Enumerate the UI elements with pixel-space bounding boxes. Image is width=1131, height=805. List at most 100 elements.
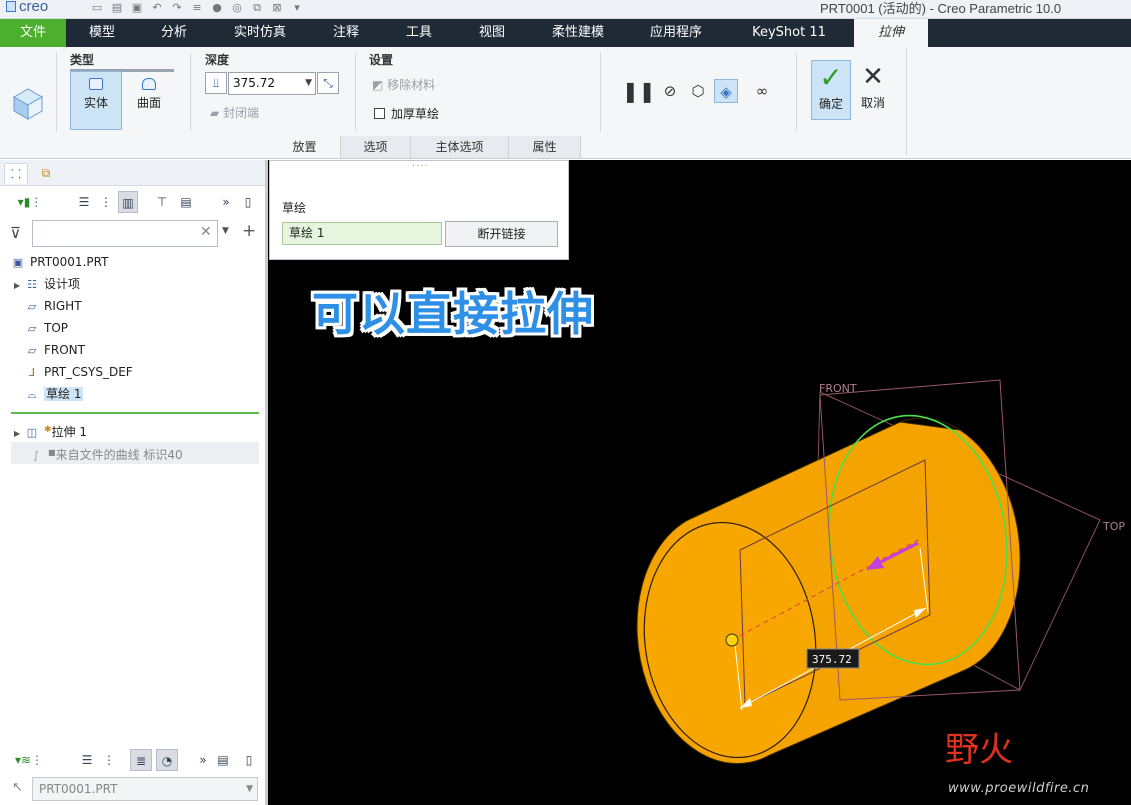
customize-dropdown-icon[interactable]: ▾ — [290, 1, 304, 15]
drag-handle[interactable] — [725, 633, 739, 647]
chevron-down-icon[interactable]: ▼ — [222, 226, 229, 236]
tab-annotate[interactable]: 注释 — [310, 19, 382, 47]
expand-icon[interactable]: ▶ — [14, 276, 24, 296]
regenerate-icon[interactable]: ≡ — [190, 1, 204, 15]
layer-props-icon[interactable]: ▤ — [212, 749, 234, 771]
tree-settings-icon[interactable]: ⊤ — [152, 191, 172, 213]
solid-icon — [89, 78, 103, 90]
save-icon[interactable]: ▣ — [130, 1, 144, 15]
tree-item-part[interactable]: ▣ PRT0001.PRT — [10, 252, 109, 272]
depth-value-input[interactable]: 375.72 ▼ — [228, 72, 316, 95]
tab-applications[interactable]: 应用程序 — [628, 19, 724, 47]
flip-direction-button[interactable]: ⤡ — [317, 72, 339, 94]
new-icon[interactable]: ▭ — [90, 1, 104, 15]
top-plane-label: TOP — [1102, 520, 1125, 533]
tab-properties[interactable]: 属性 — [509, 136, 581, 158]
tree-item-extrude[interactable]: ▶ ◫ ✱拉伸 1 — [14, 420, 87, 440]
layer-notes-icon[interactable]: ▯ — [238, 749, 260, 771]
depth-type-button[interactable]: ⫫ — [205, 72, 227, 94]
tree-item-imported-curve[interactable]: ∫ ■来自文件的曲线 标识40 — [28, 443, 183, 463]
pause-icon[interactable]: ❚❚ — [622, 79, 656, 103]
tab-tools[interactable]: 工具 — [382, 19, 456, 47]
layer-columns-icon[interactable]: ⋮ — [98, 749, 120, 771]
search-input[interactable] — [32, 220, 218, 247]
depth-group-label: 深度 — [205, 53, 230, 67]
design-items-icon: ☷ — [27, 278, 37, 291]
tab-analysis[interactable]: 分析 — [138, 19, 210, 47]
tab-body-options[interactable]: 主体选项 — [411, 136, 509, 158]
cap-ends-option[interactable]: ▰ 封闭端 — [210, 104, 259, 121]
tree-filter-icon[interactable]: ▥ — [118, 191, 138, 213]
display-dropdown-icon[interactable]: ▾▮⋮ — [10, 191, 50, 213]
remove-material-icon: ◩ — [372, 78, 388, 92]
datum-plane-icon: ▱ — [27, 300, 37, 313]
redo-icon[interactable]: ↷ — [170, 1, 184, 15]
active-model-select[interactable]: PRT0001.PRT ▼ — [32, 777, 258, 801]
type-group-label: 类型 — [70, 53, 95, 67]
cancel-button[interactable]: ✕ 取消 — [854, 60, 892, 120]
depth-dimension-label[interactable]: 375.72 — [812, 653, 852, 666]
tree-columns-icon[interactable]: ⋮ — [96, 191, 116, 213]
model-tree-panel: ⸬ ⧉ ▾▮⋮ ☰ ⋮ ▥ ⊤ ▤ » ▯ ⊽ ✕ ▼ + ▣ PRT0001.P… — [0, 160, 268, 805]
panel-grip-icon[interactable]: ···· — [412, 161, 429, 172]
front-plane-label: FRONT — [819, 382, 857, 395]
tab-placement[interactable]: 放置 — [269, 136, 341, 158]
open-icon[interactable]: ▤ — [110, 1, 124, 15]
title-bar: creo ▭ ▤ ▣ ↶ ↷ ≡ ● ◎ ⧉ ⊠ ▾ PRT0001 (活动的)… — [0, 0, 1131, 19]
clear-icon[interactable]: ✕ — [200, 224, 212, 240]
tree-show-icon[interactable]: ▤ — [176, 191, 196, 213]
sphere-icon[interactable]: ● — [210, 1, 224, 15]
coordinate-system-icon: ⅃ — [28, 366, 36, 379]
tree-item-csys[interactable]: ⅃ PRT_CSYS_DEF — [24, 362, 133, 382]
chevron-down-icon[interactable]: ▼ — [305, 73, 312, 94]
verify-icon[interactable]: ◈ — [714, 79, 738, 103]
extrude-icon: ◫ — [26, 426, 38, 439]
tab-options[interactable]: 选项 — [341, 136, 411, 158]
cap-ends-icon: ▰ — [210, 106, 224, 120]
preview-icon[interactable]: ⬡ — [686, 79, 710, 103]
layer-show-icon[interactable]: ≣ — [130, 749, 152, 771]
layer-list-icon[interactable]: ☰ — [76, 749, 98, 771]
model-tree-tab-icon[interactable]: ⸬ — [4, 163, 28, 184]
add-icon[interactable]: + — [242, 221, 256, 241]
layer-hide-icon[interactable]: ◔ — [156, 749, 178, 771]
expand-icon[interactable]: ▶ — [14, 424, 24, 444]
close-window-icon[interactable]: ⊠ — [270, 1, 284, 15]
tab-model[interactable]: 模型 — [66, 19, 138, 47]
tab-file[interactable]: 文件 — [0, 19, 66, 47]
solid-button[interactable]: 实体 — [70, 71, 122, 130]
layer-dropdown-icon[interactable]: ▾≋⋮ — [10, 749, 48, 771]
insert-here-line[interactable] — [11, 412, 259, 414]
undo-icon[interactable]: ↶ — [150, 1, 164, 15]
layer-tab-icon[interactable]: ⧉ — [34, 163, 58, 184]
checkmark-icon: ✓ — [819, 61, 843, 94]
close-icon: ✕ — [862, 62, 884, 92]
tree-item-top[interactable]: ▱ TOP — [24, 318, 68, 338]
break-link-button[interactable]: 断开链接 — [445, 221, 558, 247]
tree-item-design-items[interactable]: ▶ ☷ 设计项 — [14, 274, 80, 294]
tree-item-sketch[interactable]: ⌓ 草绘 1 — [24, 384, 84, 404]
tab-view[interactable]: 视图 — [456, 19, 528, 47]
tab-keyshot[interactable]: KeyShot 11 — [724, 19, 854, 47]
no-preview-icon[interactable]: ⊘ — [658, 79, 682, 103]
tree-item-front[interactable]: ▱ FRONT — [24, 340, 85, 360]
more-icon[interactable]: » — [216, 191, 236, 213]
thicken-sketch-checkbox[interactable] — [374, 108, 385, 119]
tree-list-icon[interactable]: ☰ — [74, 191, 94, 213]
tree-item-right[interactable]: ▱ RIGHT — [24, 296, 82, 316]
remove-material-option[interactable]: ◩ 移除材料 — [372, 76, 435, 93]
thicken-sketch-option[interactable]: 加厚草绘 — [374, 105, 439, 122]
surface-button[interactable]: 曲面 — [123, 71, 175, 130]
more-icon[interactable]: » — [192, 749, 214, 771]
quick-access-toolbar: ▭ ▤ ▣ ↶ ↷ ≡ ● ◎ ⧉ ⊠ ▾ — [90, 1, 304, 15]
model-icon[interactable]: ◎ — [230, 1, 244, 15]
notes-icon[interactable]: ▯ — [238, 191, 258, 213]
glasses-icon[interactable]: ∞ — [750, 79, 774, 103]
tab-extrude[interactable]: 拉伸 — [854, 19, 928, 47]
window-icon[interactable]: ⧉ — [250, 1, 264, 15]
pointer-icon: ↖ — [12, 780, 23, 795]
tab-flexible-modeling[interactable]: 柔性建模 — [528, 19, 628, 47]
tab-live-simulation[interactable]: 实时仿真 — [210, 19, 310, 47]
sketch-collector[interactable]: 草绘 1 — [282, 222, 442, 245]
ok-button[interactable]: ✓ 确定 — [811, 60, 851, 120]
